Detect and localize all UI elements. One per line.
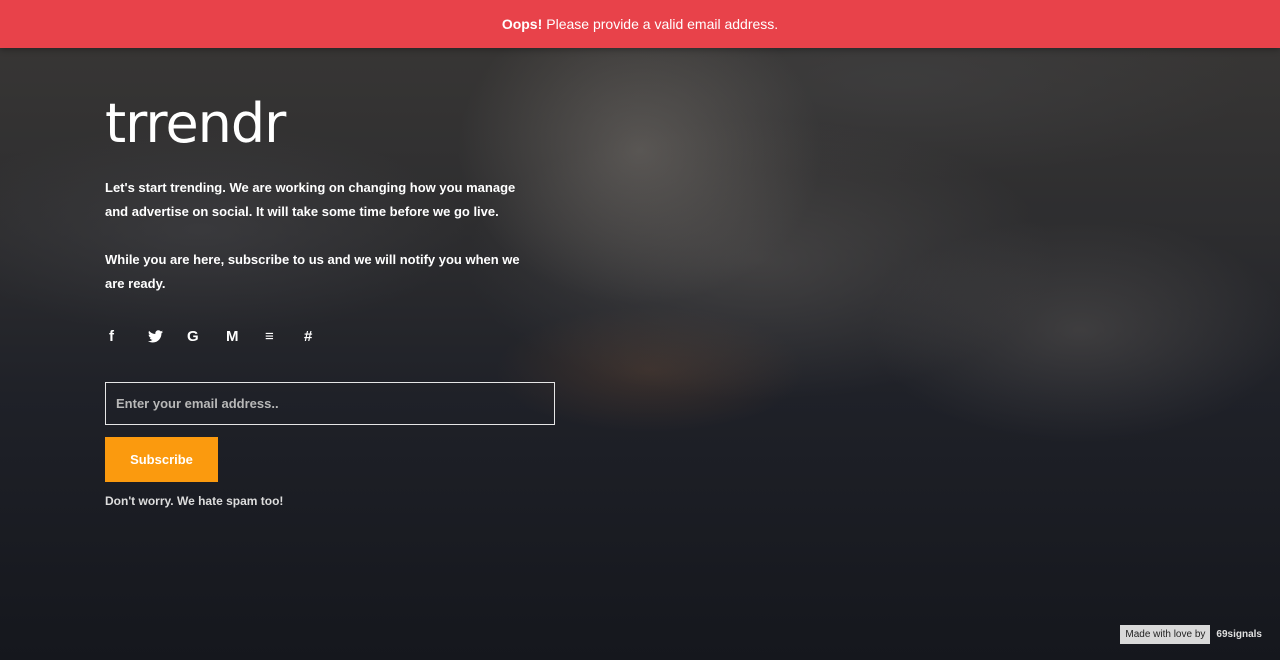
intro-paragraph-1: Let's start trending. We are working on …: [105, 180, 516, 219]
twitter-icon[interactable]: [144, 324, 183, 348]
email-input[interactable]: [105, 382, 555, 425]
slack-icon[interactable]: #: [300, 324, 339, 348]
stackoverflow-icon[interactable]: ≡: [261, 324, 300, 348]
error-alert-banner: Oops! Please provide a valid email addre…: [0, 0, 1280, 48]
credit-badge[interactable]: Made with love by 69signals: [1120, 625, 1262, 644]
spam-note: Don't worry. We hate spam too!: [105, 494, 284, 508]
alert-message: Please provide a valid email address.: [546, 16, 779, 32]
main-content: trrendr Let's start trending. We are wor…: [105, 96, 555, 508]
alert-prefix: Oops!: [501, 16, 543, 32]
studio-link[interactable]: 69signals: [1210, 629, 1262, 640]
google-icon[interactable]: G: [183, 324, 222, 348]
logo: trrendr: [105, 92, 286, 155]
facebook-icon[interactable]: f: [105, 324, 144, 348]
made-with-love-label: Made with love by: [1120, 625, 1211, 644]
intro-paragraph-2: While you are here, subscribe to us and …: [105, 252, 520, 291]
social-links: f G M ≡ #: [105, 324, 555, 348]
subscribe-button[interactable]: Subscribe: [105, 437, 218, 482]
medium-icon[interactable]: M: [222, 324, 261, 348]
